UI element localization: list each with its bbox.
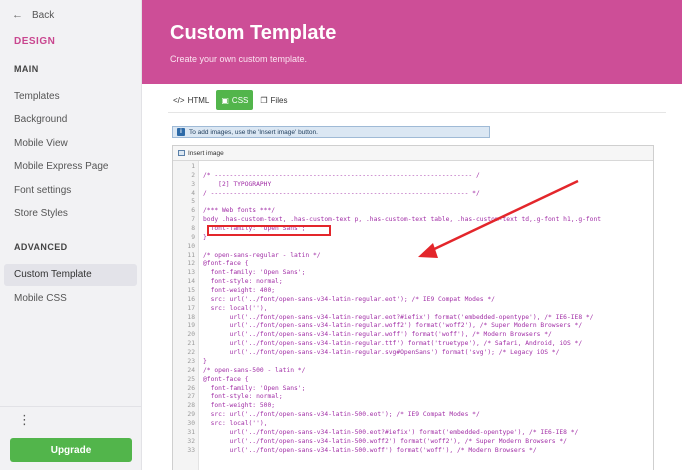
annotation-arrow-icon [418,179,579,258]
